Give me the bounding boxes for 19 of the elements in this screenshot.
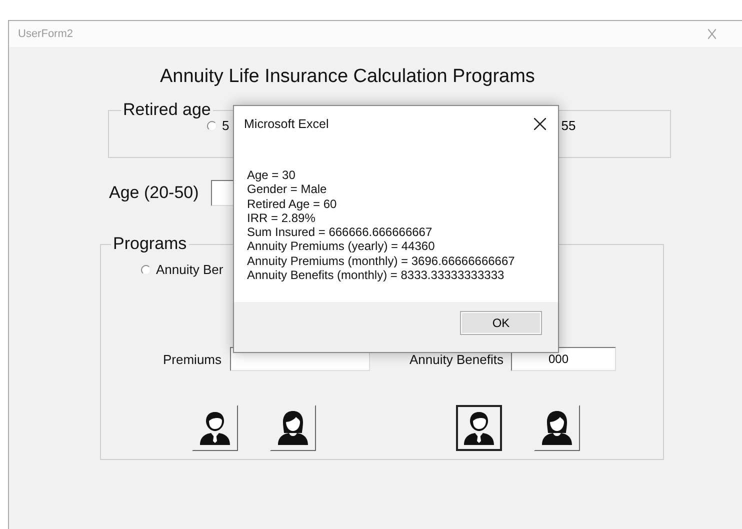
option-label: 55 bbox=[561, 118, 576, 133]
benefits-label: Annuity Benefits bbox=[410, 352, 504, 366]
option-label: 5 bbox=[222, 118, 230, 133]
age-label: Age (20-50) bbox=[109, 183, 199, 203]
frame-label: Retired age bbox=[122, 100, 212, 120]
frame-label: Programs bbox=[112, 234, 188, 254]
message-line: Retired Age = 60 bbox=[247, 196, 338, 211]
window-title: UserForm2 bbox=[18, 28, 74, 40]
message-line: IRR = 2.89% bbox=[247, 210, 316, 226]
premiums-label: Premiums bbox=[163, 352, 222, 366]
message-line: Gender = Male bbox=[247, 182, 328, 197]
message-line: Annuity Premiums (monthly) = 3696.66666666667 bbox=[247, 254, 516, 268]
option-label: Annuity Ber bbox=[156, 262, 224, 277]
message-line: Age = 30 bbox=[247, 168, 296, 182]
form-heading: Annuity Life Insurance Calculation Programs bbox=[159, 65, 536, 89]
message-line: Sum Insured = 666666.666666667 bbox=[247, 225, 434, 240]
message-line: Annuity Premiums (yearly) = 44360 bbox=[247, 239, 436, 254]
dialog-title: Microsoft Excel bbox=[244, 117, 329, 131]
message-line: Annuity Benefits (monthly) = 8333.33333333333 bbox=[247, 268, 506, 282]
